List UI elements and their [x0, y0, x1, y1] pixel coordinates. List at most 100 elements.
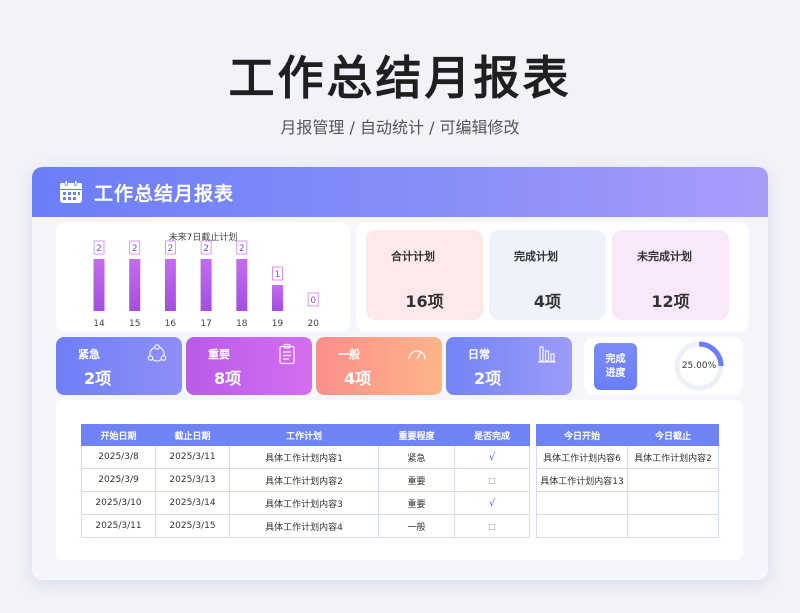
col-header: 截止日期 [155, 424, 230, 446]
progress-value: 25.00% [681, 361, 717, 371]
report-card: 工作总结月报表 2 14 2 15 2 16 2 17 2 18 1 19 0 20 未来7日截止计划 合… [32, 167, 768, 580]
x-tick-label: 14 [93, 319, 105, 329]
stat-value: 4项 [533, 292, 562, 311]
table-cell[interactable]: 具体工作计划内容6 [536, 445, 628, 469]
stat-incomplete: 未完成计划 12项 [612, 230, 729, 320]
data-label: 2 [239, 244, 245, 254]
x-tick-label: 19 [272, 319, 284, 329]
chart-bar [272, 285, 283, 311]
chart-title: 未来7日截止计划 [168, 233, 238, 243]
table-cell[interactable] [536, 514, 628, 538]
table-cell[interactable]: 2025/3/11 [81, 514, 156, 538]
col-header: 重要程度 [378, 424, 455, 446]
table-row: 2025/3/11 2025/3/15 具体工作计划内容4 一般 □ [81, 514, 530, 538]
stat-value: 16项 [405, 292, 444, 311]
table-cell[interactable] [536, 491, 628, 515]
bar-chart-icon [538, 346, 556, 363]
data-label: 2 [132, 244, 138, 254]
done-checkbox[interactable]: □ [454, 514, 530, 538]
table-cell[interactable]: 2025/3/15 [155, 514, 230, 538]
table-cell[interactable]: 2025/3/14 [155, 491, 230, 515]
table-cell[interactable]: 具体工作计划内容4 [229, 514, 379, 538]
col-header: 今日截止 [627, 424, 719, 446]
calendar-icon [60, 180, 82, 203]
category-value: 4项 [344, 369, 372, 388]
x-tick-label: 16 [165, 319, 177, 329]
category-label: 日常 [468, 348, 490, 361]
table-row: 具体工作计划内容6 具体工作计划内容2 [536, 445, 719, 469]
table-cell[interactable]: 2025/3/10 [81, 491, 156, 515]
stat-label: 未完成计划 [637, 250, 692, 263]
data-label: 0 [310, 296, 316, 306]
data-label: 2 [96, 244, 102, 254]
completion-progress-panel: 完成 进度 25.00% [584, 337, 743, 395]
x-tick-label: 17 [200, 319, 211, 329]
x-tick-label: 20 [307, 319, 319, 329]
table-cell[interactable] [627, 468, 719, 492]
stat-label: 合计计划 [391, 250, 435, 263]
table-row: 2025/3/9 2025/3/13 具体工作计划内容2 重要 □ [81, 468, 530, 492]
today-table-header: 今日开始 今日截止 [536, 424, 719, 446]
col-header: 工作计划 [229, 424, 379, 446]
stat-label: 完成计划 [514, 250, 558, 263]
card-header: 工作总结月报表 [32, 167, 768, 217]
page-title: 工作总结月报表 [228, 51, 572, 105]
stat-value: 12项 [651, 292, 690, 311]
category-normal[interactable]: 一般 4项 [316, 337, 442, 395]
chart-bar [236, 259, 248, 311]
x-tick-label: 15 [129, 319, 140, 329]
category-important[interactable]: 重要 8项 [186, 337, 312, 395]
progress-button[interactable]: 完成 进度 [594, 343, 637, 390]
stats-panel: 合计计划 16项 完成计划 4项 未完成计划 12项 [356, 222, 749, 332]
table-cell[interactable] [627, 514, 719, 538]
stat-completed: 完成计划 4项 [489, 230, 606, 320]
table-cell[interactable]: 2025/3/8 [81, 445, 156, 469]
table-row: 具体工作计划内容13 [536, 468, 719, 492]
table-row [536, 514, 719, 538]
table-cell[interactable]: 2025/3/13 [155, 468, 230, 492]
share-icon [147, 344, 167, 362]
table-row: 2025/3/8 2025/3/11 具体工作计划内容1 紧急 √ [81, 445, 530, 469]
progress-label-line2: 进度 [605, 368, 626, 379]
category-label: 紧急 [78, 348, 100, 361]
chart-bar [129, 259, 141, 311]
category-daily[interactable]: 日常 2项 [446, 337, 572, 395]
category-urgent[interactable]: 紧急 2项 [56, 337, 182, 395]
clipboard-icon [279, 343, 295, 365]
chart-bar [164, 259, 176, 311]
done-checkbox[interactable]: □ [454, 468, 530, 492]
plan-table: 开始日期 截止日期 工作计划 重要程度 是否完成 2025/3/8 2025/3… [81, 424, 530, 538]
gauge-icon [408, 350, 426, 360]
card-title: 工作总结月报表 [94, 182, 235, 205]
table-row: 2025/3/10 2025/3/14 具体工作计划内容3 重要 √ [81, 491, 530, 515]
table-cell[interactable]: 具体工作计划内容2 [229, 468, 379, 492]
table-cell[interactable]: 2025/3/11 [155, 445, 230, 469]
data-label: 2 [168, 244, 174, 254]
table-cell[interactable]: 具体工作计划内容13 [536, 468, 628, 492]
table-cell[interactable]: 2025/3/9 [81, 468, 156, 492]
category-value: 8项 [214, 369, 242, 388]
done-checkbox[interactable]: √ [454, 491, 530, 515]
col-header: 开始日期 [81, 424, 156, 446]
table-cell[interactable]: 紧急 [378, 445, 455, 469]
tables-panel: 开始日期 截止日期 工作计划 重要程度 是否完成 2025/3/8 2025/3… [56, 400, 743, 560]
table-row [536, 491, 719, 515]
plan-table-header: 开始日期 截止日期 工作计划 重要程度 是否完成 [81, 424, 530, 446]
category-label: 一般 [338, 348, 360, 361]
stat-total: 合计计划 16项 [366, 230, 483, 320]
done-checkbox[interactable]: √ [454, 445, 530, 469]
table-cell[interactable]: 重要 [378, 491, 455, 515]
col-header: 今日开始 [536, 424, 628, 446]
deadline-chart-panel: 2 14 2 15 2 16 2 17 2 18 1 19 0 20 未来7日截止计划 [56, 222, 350, 332]
table-cell[interactable]: 具体工作计划内容1 [229, 445, 379, 469]
category-value: 2项 [84, 369, 112, 388]
chart-bar [93, 259, 105, 311]
table-cell[interactable]: 具体工作计划内容2 [627, 445, 719, 469]
today-table: 今日开始 今日截止 具体工作计划内容6 具体工作计划内容2 具体工作计划内容13 [536, 424, 719, 538]
table-cell[interactable]: 具体工作计划内容3 [229, 491, 379, 515]
data-label: 2 [203, 244, 209, 254]
x-tick-label: 18 [236, 319, 248, 329]
table-cell[interactable] [627, 491, 719, 515]
table-cell[interactable]: 重要 [378, 468, 455, 492]
table-cell[interactable]: 一般 [378, 514, 455, 538]
